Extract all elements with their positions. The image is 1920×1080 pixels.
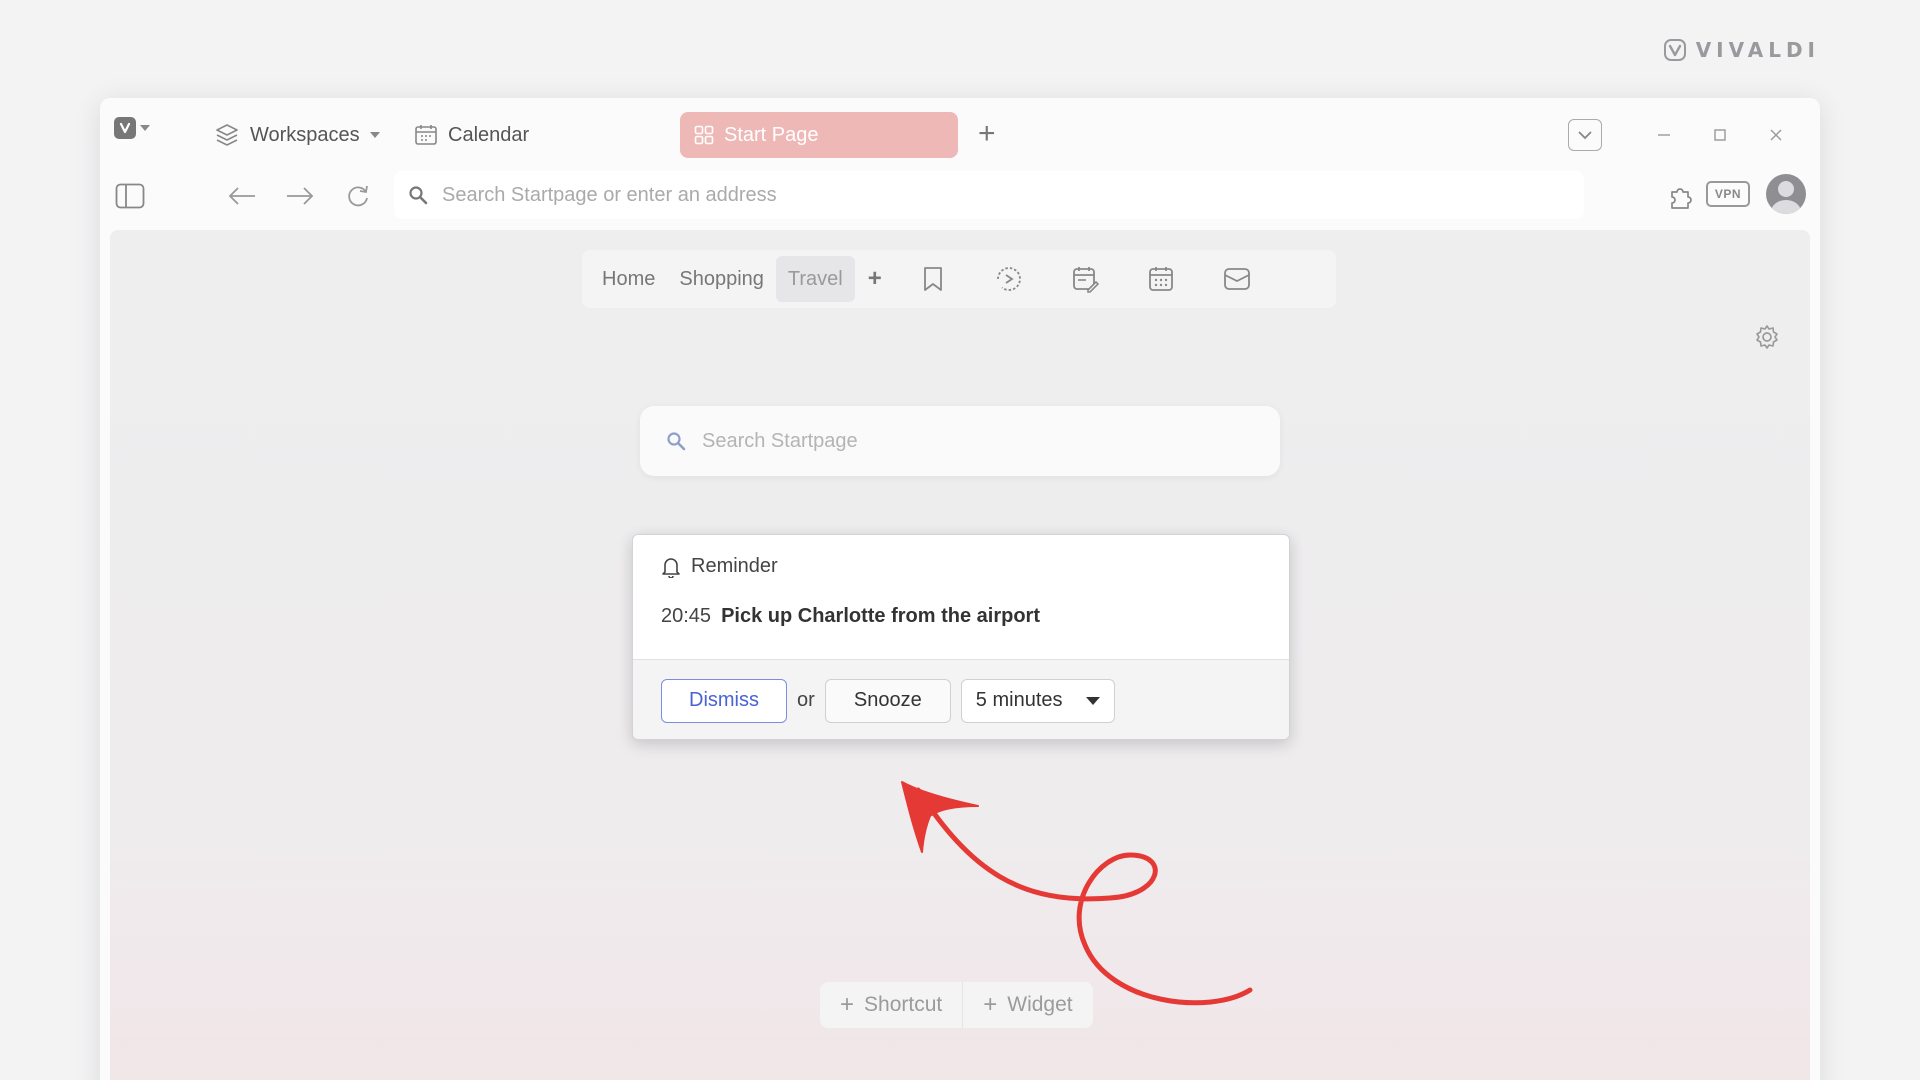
chevron-down-icon <box>1578 131 1592 140</box>
add-speed-dial-button[interactable]: + <box>855 265 895 293</box>
tab-bar: Workspaces Calendar Start Page + <box>100 98 1820 168</box>
start-page-nav: Home Shopping Travel + <box>582 250 1336 308</box>
puzzle-icon <box>1671 188 1692 209</box>
reminder-text: Pick up Charlotte from the airport <box>721 605 1040 627</box>
snooze-interval-value: 5 minutes <box>975 689 1063 711</box>
back-button[interactable] <box>222 176 262 216</box>
search-icon <box>409 186 428 205</box>
minimize-button[interactable] <box>1636 112 1692 158</box>
profile-avatar[interactable] <box>1766 174 1806 214</box>
reload-button[interactable] <box>338 176 378 216</box>
brand-name: VIVALDI <box>1695 38 1820 62</box>
layers-icon <box>216 124 238 146</box>
vivaldi-menu-button[interactable] <box>114 117 150 139</box>
calendar-icon <box>1148 267 1173 291</box>
vpn-label: VPN <box>1714 187 1742 201</box>
start-page-tab-travel[interactable]: Travel <box>775 256 855 302</box>
mail-button[interactable] <box>1199 266 1275 292</box>
bell-icon <box>662 557 680 578</box>
annotation-arrow <box>901 781 1253 1006</box>
vivaldi-logo-icon <box>1663 39 1686 61</box>
reminder-time: 20:45 <box>661 605 712 627</box>
reminder-title: Reminder <box>691 555 778 577</box>
maximize-button[interactable] <box>1692 112 1748 158</box>
panel-toggle-button[interactable] <box>110 176 150 216</box>
plus-icon: + <box>840 991 855 1018</box>
gear-icon <box>1756 325 1778 349</box>
reminder-event: 20:45 Pick up Charlotte from the airport <box>661 605 1040 628</box>
maximize-icon <box>1714 129 1726 141</box>
address-input[interactable] <box>442 183 1542 207</box>
tab-calendar[interactable]: Calendar <box>400 112 543 158</box>
close-button[interactable] <box>1748 112 1804 158</box>
tab-calendar-label: Calendar <box>448 123 530 146</box>
chevron-down-icon <box>140 125 150 131</box>
tab-start-page-label: Start Page <box>724 123 819 146</box>
forward-button[interactable] <box>280 176 320 216</box>
search-icon <box>667 432 686 451</box>
chevron-down-icon <box>1085 696 1100 705</box>
bookmarks-button[interactable] <box>895 265 971 293</box>
start-page-tab-home[interactable]: Home <box>590 256 667 302</box>
start-page-tab-shopping[interactable]: Shopping <box>667 256 776 302</box>
address-bar-row: VPN <box>100 168 1820 224</box>
snooze-button[interactable]: Snooze <box>824 678 951 723</box>
reminder-header: Reminder <box>661 555 778 578</box>
dismiss-button[interactable]: Dismiss <box>661 678 787 723</box>
workspaces-label: Workspaces <box>250 123 360 146</box>
or-label: or <box>797 689 815 711</box>
mail-icon <box>1223 268 1250 290</box>
start-page-settings-button[interactable] <box>1754 324 1780 355</box>
sidebar-panel-icon <box>115 183 145 209</box>
address-bar[interactable] <box>394 171 1584 219</box>
reload-icon <box>348 185 368 207</box>
tab-stack-button[interactable] <box>1568 119 1602 151</box>
snooze-interval-select[interactable]: 5 minutes <box>960 678 1115 723</box>
tasks-button[interactable] <box>1047 265 1123 293</box>
start-page-search-input[interactable] <box>702 429 1262 453</box>
window-controls <box>1568 112 1804 158</box>
workspaces-button[interactable]: Workspaces <box>200 112 394 158</box>
vivaldi-brand: VIVALDI <box>1663 38 1820 62</box>
history-button[interactable] <box>971 264 1047 294</box>
vpn-button[interactable]: VPN <box>1706 181 1750 207</box>
start-page-search[interactable] <box>640 406 1280 476</box>
close-icon <box>1770 129 1782 141</box>
calendar-edit-icon <box>1072 267 1099 293</box>
history-icon <box>996 267 1021 291</box>
extensions-button[interactable] <box>1662 176 1702 216</box>
reminder-dialog: Reminder 20:45 Pick up Charlotte from th… <box>632 534 1290 740</box>
reminder-actions: Dismiss or Snooze 5 minutes <box>633 659 1289 739</box>
calendar-icon <box>415 125 437 145</box>
arrow-left-icon <box>228 187 255 205</box>
tab-start-page[interactable]: Start Page <box>680 112 958 158</box>
minimize-icon <box>1658 134 1670 136</box>
grid-icon <box>694 125 714 145</box>
vivaldi-menu-icon <box>114 117 136 139</box>
new-tab-button[interactable]: + <box>978 116 996 152</box>
calendar-button[interactable] <box>1123 265 1199 293</box>
arrow-right-icon <box>287 187 314 205</box>
bookmark-icon <box>923 267 942 291</box>
chevron-down-icon <box>369 132 380 138</box>
